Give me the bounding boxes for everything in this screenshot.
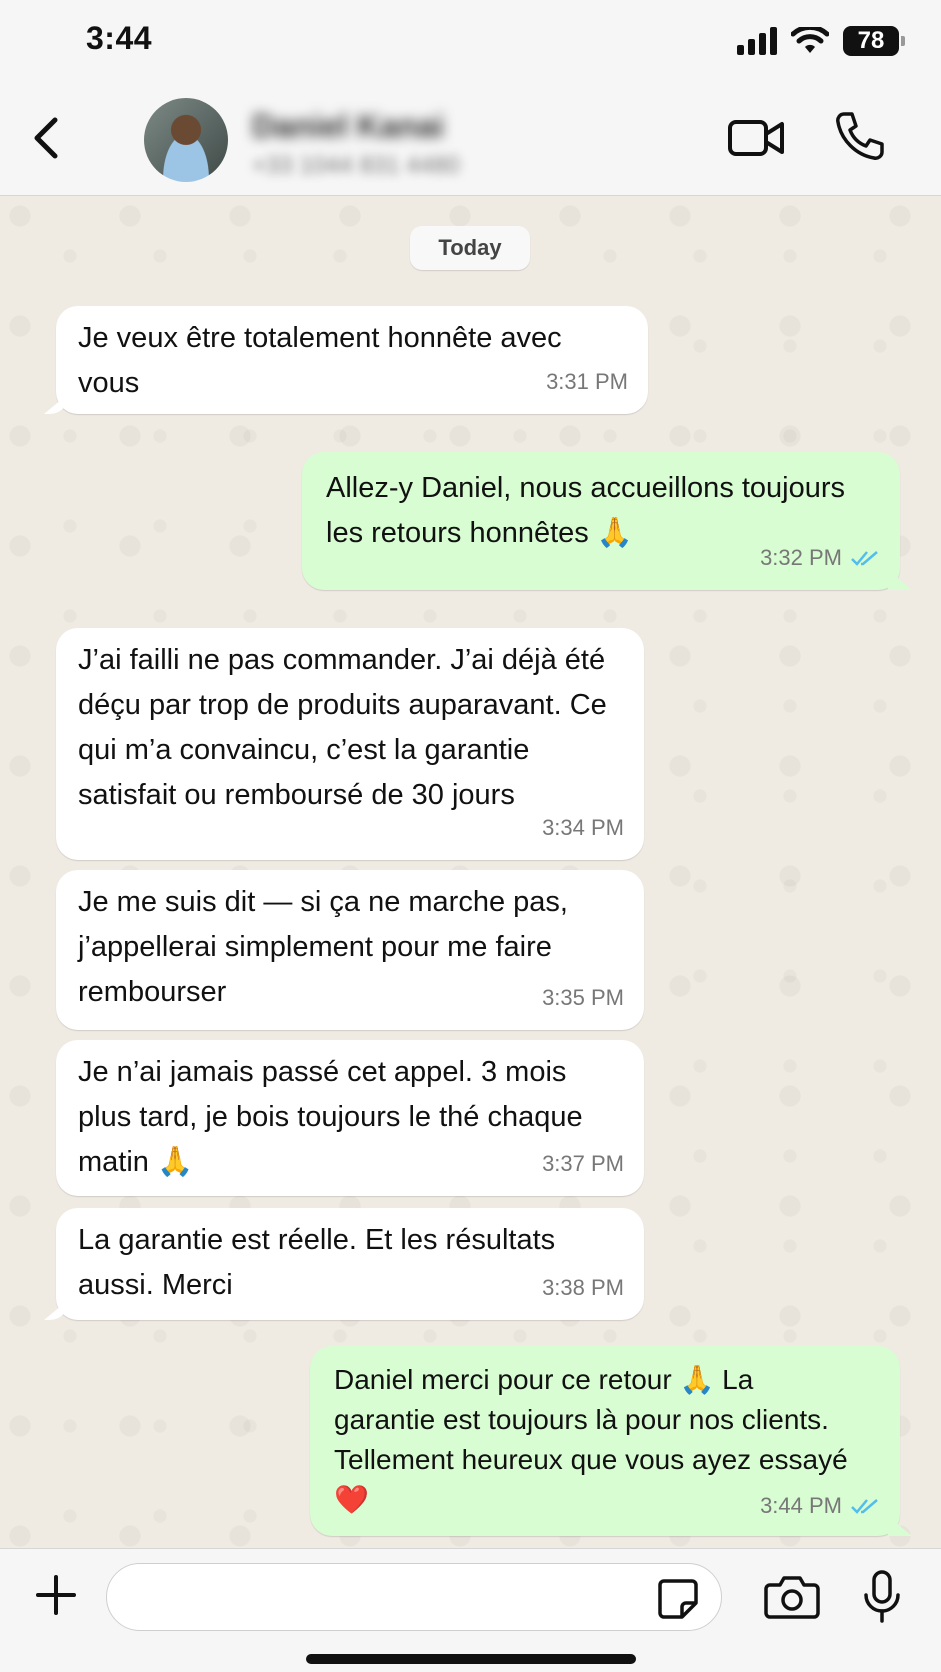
- double-check-icon: [851, 550, 878, 566]
- message-bubble-outgoing[interactable]: Allez-y Daniel, nous accueillons toujour…: [302, 452, 900, 590]
- message-bubble-incoming[interactable]: Je n’ai jamais passé cet appel. 3 mois p…: [56, 1040, 644, 1196]
- contact-avatar[interactable]: [144, 98, 228, 182]
- message-meta: 3:31 PM: [546, 359, 628, 404]
- message-text: La garantie est réelle. Et les résultats…: [78, 1224, 556, 1301]
- back-button[interactable]: [22, 110, 70, 166]
- message-time: 3:34 PM: [542, 815, 624, 840]
- microphone-icon: [864, 1570, 900, 1623]
- message-text: Je me suis dit — si ça ne marche pas, j’…: [78, 886, 568, 1008]
- message-bubble-incoming[interactable]: J’ai failli ne pas commander. J’ai déjà …: [56, 628, 644, 860]
- message-bubble-incoming[interactable]: Je veux être totalement honnête avec vou…: [56, 306, 648, 414]
- video-camera-icon: [728, 120, 784, 156]
- signal-icon: [737, 27, 777, 55]
- message-meta: 3:34 PM: [542, 805, 624, 850]
- video-call-button[interactable]: [728, 116, 784, 160]
- message-time: 3:32 PM: [760, 545, 842, 570]
- chat-area[interactable]: Today Je veux être totalement honnête av…: [0, 196, 941, 1548]
- message-bubble-outgoing[interactable]: Daniel merci pour ce retour 🙏 La garanti…: [310, 1346, 900, 1536]
- message-input[interactable]: [106, 1563, 722, 1631]
- message-meta: 3:32 PM: [760, 535, 880, 580]
- date-chip: Today: [410, 226, 530, 270]
- plus-icon: [36, 1575, 76, 1615]
- camera-icon: [764, 1576, 820, 1619]
- message-time: 3:38 PM: [542, 1275, 624, 1300]
- battery-icon: 78: [843, 26, 905, 56]
- message-meta: 3:38 PM: [542, 1265, 624, 1310]
- message-meta: 3:44 PM: [760, 1486, 880, 1526]
- message-time: 3:35 PM: [542, 985, 624, 1010]
- message-time: 3:31 PM: [546, 369, 628, 394]
- status-bar: 3:44 78: [0, 0, 941, 80]
- sticker-button[interactable]: [656, 1577, 700, 1621]
- sticker-icon: [658, 1579, 698, 1619]
- message-text: Je veux être totalement honnête avec vou…: [78, 322, 562, 399]
- message-bubble-incoming[interactable]: Je me suis dit — si ça ne marche pas, j’…: [56, 870, 644, 1030]
- phone-icon: [836, 112, 884, 160]
- attach-button[interactable]: [34, 1573, 78, 1617]
- message-meta: 3:35 PM: [542, 975, 624, 1020]
- status-icons: 78: [737, 24, 905, 58]
- message-text: Je n’ai jamais passé cet appel. 3 mois p…: [78, 1056, 583, 1178]
- voice-call-button[interactable]: [834, 110, 886, 162]
- double-check-icon: [851, 1499, 878, 1514]
- camera-button[interactable]: [764, 1573, 820, 1621]
- chat-header: Daniel Kanai +33 1044 831 4480: [0, 80, 941, 196]
- microphone-button[interactable]: [862, 1569, 902, 1625]
- status-time: 3:44: [86, 20, 153, 56]
- chevron-left-icon: [34, 117, 58, 159]
- message-text: J’ai failli ne pas commander. J’ai déjà …: [78, 644, 607, 811]
- message-time: 3:44 PM: [760, 1493, 842, 1518]
- contact-name[interactable]: Daniel Kanai: [252, 108, 444, 145]
- home-indicator: [306, 1654, 636, 1664]
- wifi-icon: [791, 27, 829, 53]
- message-bubble-incoming[interactable]: La garantie est réelle. Et les résultats…: [56, 1208, 644, 1320]
- message-meta: 3:37 PM: [542, 1141, 624, 1186]
- message-time: 3:37 PM: [542, 1151, 624, 1176]
- contact-phone: +33 1044 831 4480: [252, 152, 460, 179]
